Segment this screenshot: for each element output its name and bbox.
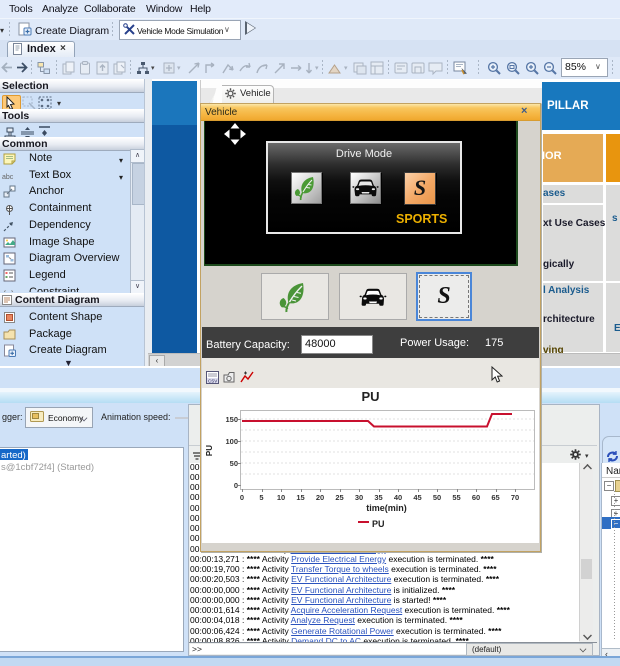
svg-text:CSV: CSV: [208, 379, 217, 384]
